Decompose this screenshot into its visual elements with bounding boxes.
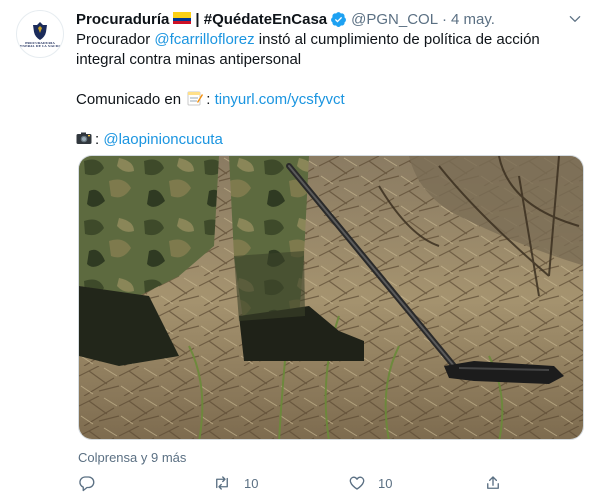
tweet-card[interactable]: PROCURADURIA GENERAL DE LA NACION Procur… bbox=[0, 0, 600, 498]
comunicado-line: Comunicado en : tinyurl.com/ycsfyvct bbox=[76, 90, 584, 110]
tweet-actions: 10 10 bbox=[78, 474, 558, 496]
media-source[interactable]: Colprensa y 9 más bbox=[78, 450, 186, 465]
photo-credit-link[interactable]: @laopinioncucuta bbox=[103, 131, 222, 148]
tweet-content: Procuraduría | #QuédateEnCasa @PGN_COL ·… bbox=[76, 10, 584, 150]
tweet-header: Procuraduría | #QuédateEnCasa @PGN_COL ·… bbox=[76, 10, 584, 28]
verified-badge-icon bbox=[331, 11, 347, 27]
memo-icon bbox=[187, 91, 204, 106]
photo-colon: : bbox=[95, 131, 100, 148]
retweet-button[interactable]: 10 bbox=[212, 474, 258, 492]
tinyurl-link[interactable]: tinyurl.com/ycsfyvct bbox=[215, 91, 345, 108]
mention-link[interactable]: @fcarrilloflorez bbox=[154, 31, 254, 48]
avatar[interactable]: PROCURADURIA GENERAL DE LA NACION bbox=[16, 10, 64, 58]
account-name[interactable]: Procuraduría bbox=[76, 11, 169, 28]
mine-detector-photo bbox=[79, 156, 583, 439]
share-icon bbox=[487, 476, 499, 489]
retweet-count: 10 bbox=[244, 475, 259, 491]
chevron-down-icon[interactable] bbox=[566, 10, 584, 28]
like-icon bbox=[349, 476, 365, 490]
like-button[interactable]: 10 bbox=[348, 474, 392, 492]
tweet-text-prefix: Procurador bbox=[76, 31, 155, 48]
like-count: 10 bbox=[378, 475, 393, 491]
tweet-line-1: Procurador @fcarrilloflorez instó al cum… bbox=[76, 30, 584, 70]
photo-credit-line: : @laopinioncucuta bbox=[76, 130, 584, 150]
tweet-photo[interactable] bbox=[78, 155, 584, 440]
tweet-date[interactable]: 4 may. bbox=[451, 11, 495, 28]
account-hashtag[interactable]: | #QuédateEnCasa bbox=[195, 11, 327, 28]
tweet-text: Procurador @fcarrilloflorez instó al cum… bbox=[76, 30, 584, 150]
account-handle[interactable]: @PGN_COL bbox=[351, 11, 438, 28]
retweet-icon bbox=[216, 476, 228, 490]
reply-button[interactable] bbox=[78, 474, 96, 492]
comunicado-colon: : bbox=[206, 91, 211, 108]
reply-icon bbox=[79, 476, 95, 492]
flag-colombia-icon bbox=[173, 12, 192, 24]
header-separator: · bbox=[442, 10, 448, 28]
comunicado-label: Comunicado en bbox=[76, 91, 182, 108]
avatar-text: PROCURADURIA GENERAL DE LA NACION bbox=[17, 41, 63, 48]
share-button[interactable] bbox=[484, 474, 502, 492]
coat-of-arms-icon bbox=[33, 22, 47, 40]
camera-icon bbox=[76, 132, 92, 144]
